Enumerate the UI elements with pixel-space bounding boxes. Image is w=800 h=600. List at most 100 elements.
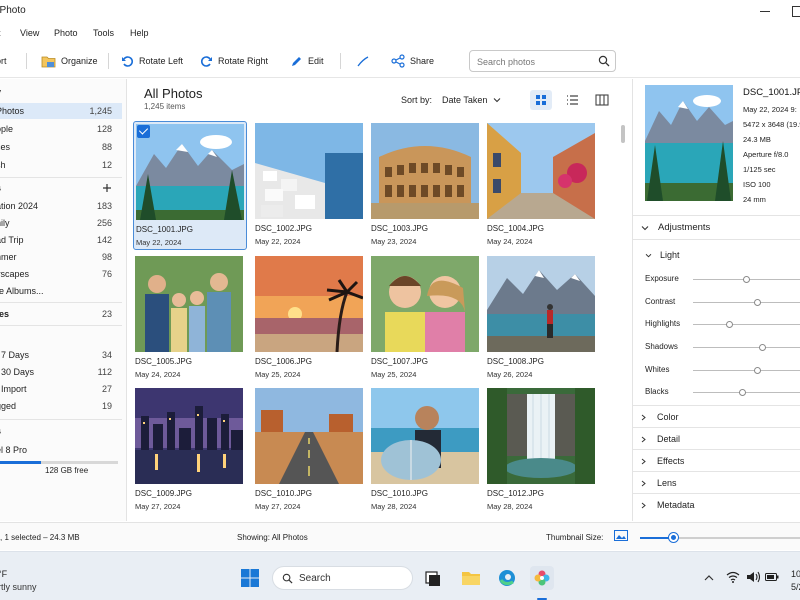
lens-section[interactable]: Lens (633, 471, 800, 493)
sidebar-item-favorites[interactable]: tes 23 (0, 306, 122, 322)
title-bar: ePhoto (0, 0, 800, 22)
sidebar-item-label: nily (0, 218, 10, 228)
clock-date[interactable]: 5/2 (791, 582, 800, 592)
detail-section[interactable]: Detail (633, 427, 800, 449)
start-button[interactable] (240, 568, 260, 588)
sidebar-item-label: t 30 Days (0, 367, 35, 377)
slider-knob[interactable] (753, 299, 761, 306)
crop-button[interactable] (356, 51, 370, 71)
whites-slider[interactable]: Whites (645, 363, 800, 377)
edit-button[interactable]: Edit (290, 51, 324, 71)
sidebar-item-people[interactable]: ople 128 (0, 121, 122, 137)
rotate-left-button[interactable]: Rotate Left (121, 51, 183, 71)
search-input[interactable] (477, 55, 595, 68)
volume-icon[interactable] (746, 571, 760, 583)
minimize-button[interactable] (752, 3, 778, 19)
slider-knob[interactable] (753, 367, 761, 374)
rotate-right-button[interactable]: Rotate Right (200, 51, 268, 71)
menu-photo[interactable]: Photo (54, 28, 78, 38)
column-view-button[interactable] (591, 90, 613, 110)
sidebar-item-album[interactable]: nmer 98 (0, 249, 122, 265)
sidebar-item-recent[interactable]: gged 19 (0, 398, 122, 414)
edge-button[interactable] (495, 566, 519, 590)
sidebar-item-label: ople (0, 124, 14, 134)
thumbnail-size-knob[interactable] (669, 533, 678, 542)
slider-knob[interactable] (739, 389, 747, 396)
metadata-section[interactable]: Metadata (633, 493, 800, 515)
slider-knob[interactable] (726, 321, 733, 328)
plus-icon[interactable] (102, 183, 112, 193)
photo-thumbnail[interactable]: DSC_1007.JPG May 25, 2024 (369, 254, 483, 383)
shadows-slider[interactable]: Shadows (645, 340, 800, 354)
menu-help[interactable]: Help (130, 28, 149, 38)
scrollbar-thumb[interactable] (621, 125, 625, 143)
sidebar-item-count: 12 (101, 160, 112, 170)
taskbar-search[interactable]: Search (272, 566, 413, 590)
sidebar-item-album[interactable]: yscapes 76 (0, 266, 122, 282)
thumbnail-size-slider[interactable] (640, 537, 800, 539)
list-view-button[interactable] (561, 90, 583, 110)
organize-button[interactable]: Organize (41, 51, 98, 71)
battery-icon[interactable] (765, 572, 779, 582)
sidebar-item-device[interactable]: el 8 Pro (0, 442, 122, 458)
effects-section[interactable]: Effects (633, 449, 800, 471)
photos-app-button[interactable] (530, 566, 554, 590)
panel-divider (633, 215, 800, 216)
import-button[interactable]: ort (0, 51, 7, 71)
light-section-header[interactable]: Light (645, 250, 680, 260)
menu-view[interactable]: View (20, 28, 39, 38)
slider-knob[interactable] (759, 344, 766, 351)
wifi-icon[interactable] (726, 571, 740, 583)
sidebar-item-recent[interactable]: t 7 Days 34 (0, 347, 122, 363)
photo-thumbnail[interactable]: DSC_1005.JPG May 24, 2024 (133, 254, 247, 383)
sidebar: y Photos 1,245 ople 128 ces 88 sh 12 s a… (0, 79, 127, 521)
share-button[interactable]: Share (391, 51, 434, 71)
pencil-icon (292, 56, 301, 66)
color-section[interactable]: Color (633, 405, 800, 427)
grid-view-button[interactable] (530, 90, 552, 110)
photo-thumbnail[interactable]: DSC_1008.JPG May 26, 2024 (485, 254, 599, 383)
search-icon[interactable] (598, 55, 610, 67)
photo-thumbnail[interactable]: DSC_1006.JPG May 25, 2024 (253, 254, 367, 383)
storage-bar-fill (0, 461, 42, 464)
photo-thumbnail[interactable]: DSC_1012.JPG May 28, 2024 (485, 386, 599, 515)
sidebar-item-recent[interactable]: t Import 27 (0, 381, 122, 397)
slider-knob[interactable] (742, 276, 750, 283)
file-explorer-button[interactable] (459, 566, 483, 590)
sidebar-item-album[interactable]: ad Trip 142 (0, 232, 122, 248)
highlights-slider[interactable]: Highlights (645, 317, 800, 331)
photo-filename: DSC_1005.JPG (135, 357, 192, 366)
folder-icon (41, 56, 56, 67)
sidebar-item-places[interactable]: ces 88 (0, 139, 122, 155)
photo-thumbnail[interactable]: DSC_1002.JPG May 22, 2024 (253, 121, 367, 250)
photo-thumbnail[interactable]: DSC_1010.JPG May 27, 2024 (253, 386, 367, 515)
slider-track (693, 367, 800, 374)
chevron-up-icon[interactable] (704, 574, 714, 581)
sidebar-item-more-albums[interactable]: re Albums... (0, 283, 122, 299)
photo-thumbnail[interactable]: DSC_1003.JPG May 23, 2024 (369, 121, 483, 250)
maximize-button[interactable] (788, 3, 800, 19)
sidebar-item-trash[interactable]: sh 12 (0, 157, 122, 173)
weather-temperature[interactable]: °F (0, 569, 7, 579)
menu-tools[interactable]: Tools (93, 28, 114, 38)
task-view-button[interactable] (421, 566, 445, 590)
adjustments-header[interactable]: Adjustments (641, 222, 710, 233)
sidebar-divider (0, 302, 122, 303)
slider-track (693, 321, 800, 328)
contrast-slider[interactable]: Contrast (645, 295, 800, 309)
menu-file[interactable]: t (0, 28, 1, 38)
sidebar-item-all-photos[interactable]: Photos 1,245 (0, 103, 122, 119)
blacks-slider[interactable]: Blacks (645, 385, 800, 399)
photo-thumbnail[interactable]: DSC_1009.JPG May 27, 2024 (133, 386, 247, 515)
sidebar-item-recent[interactable]: t 30 Days 112 (0, 364, 122, 380)
clock-time[interactable]: 10 (791, 569, 800, 579)
photo-thumbnail[interactable]: DSC_1004.JPG May 24, 2024 (485, 121, 599, 250)
photo-thumbnail[interactable]: DSC_1010.JPG May 28, 2024 (369, 386, 483, 515)
photo-thumbnail[interactable]: DSC_1001.JPG May 22, 2024 (133, 121, 247, 250)
checkmark-icon[interactable] (137, 125, 150, 138)
sidebar-divider (0, 419, 122, 420)
sidebar-item-album[interactable]: nily 256 (0, 215, 122, 231)
exposure-slider[interactable]: Exposure (645, 272, 800, 286)
sort-dropdown[interactable]: Date Taken (442, 95, 501, 105)
sidebar-item-album[interactable]: ation 2024 183 (0, 198, 122, 214)
